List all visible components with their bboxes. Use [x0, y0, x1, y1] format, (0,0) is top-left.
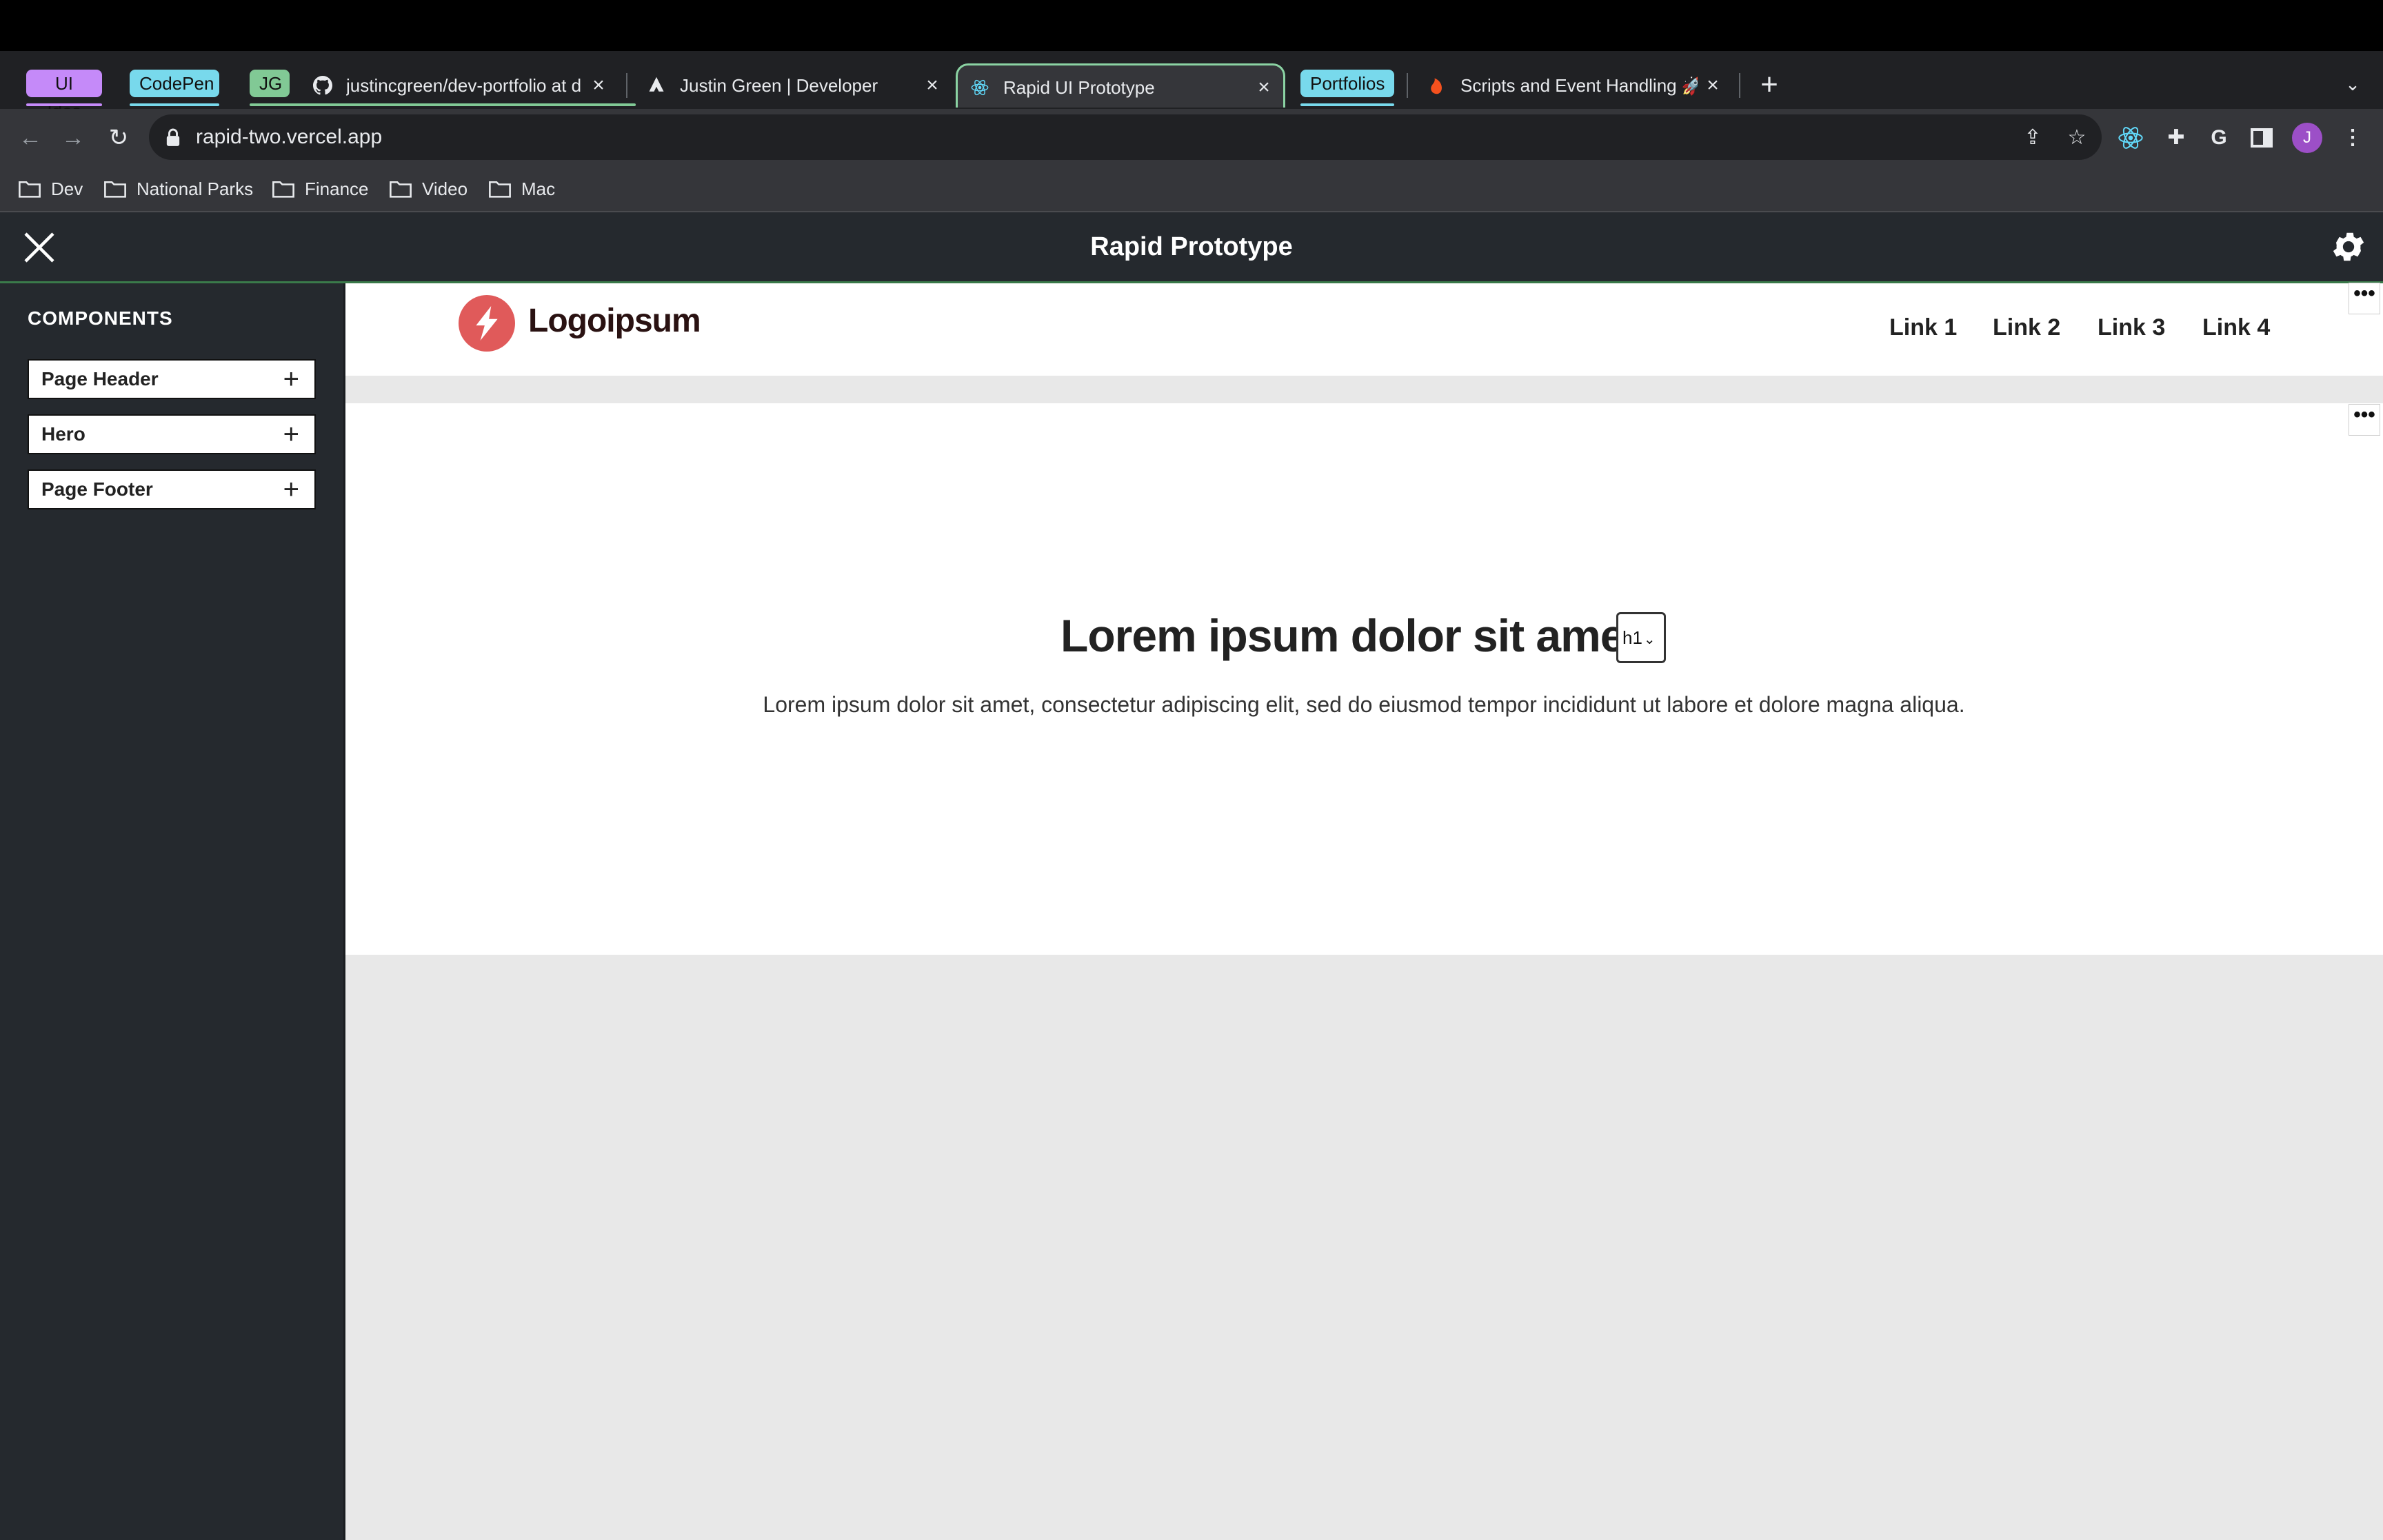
- app-title: Rapid Prototype: [1090, 232, 1293, 261]
- add-plus-icon[interactable]: +: [283, 361, 299, 398]
- close-tab-icon[interactable]: ×: [589, 63, 608, 108]
- bookmark-folder-dev[interactable]: Dev: [18, 175, 94, 203]
- triangle-logo-icon: [649, 77, 664, 92]
- tab-group-underline: [130, 103, 219, 106]
- preview-hero[interactable]: [345, 403, 2383, 955]
- bookmark-folder-finance[interactable]: Finance: [272, 175, 375, 203]
- close-tab-icon[interactable]: ×: [1254, 65, 1274, 110]
- reload-icon[interactable]: ↻: [102, 121, 135, 154]
- react-devtools-icon[interactable]: [2117, 124, 2144, 152]
- component-label: Hero: [41, 423, 86, 445]
- component-page-footer[interactable]: Page Footer +: [28, 469, 316, 509]
- close-tab-icon[interactable]: ×: [1703, 63, 1722, 108]
- profile-avatar[interactable]: J: [2292, 123, 2322, 153]
- components-heading: COMPONENTS: [28, 307, 173, 329]
- extensions-puzzle-icon[interactable]: ✚: [2161, 123, 2191, 153]
- tab-title: Scripts and Event Handling 🚀: [1460, 75, 1698, 96]
- close-sidebar-icon[interactable]: [22, 230, 57, 265]
- url-text[interactable]: rapid-two.vercel.app: [196, 114, 382, 160]
- google-g-icon[interactable]: G: [2204, 123, 2234, 153]
- window-top-bar: [0, 0, 2383, 51]
- github-icon: [313, 76, 332, 95]
- tab-scripts-event-handling[interactable]: Scripts and Event Handling 🚀 ×: [1415, 63, 1732, 108]
- tab-title: Justin Green | Developer: [680, 75, 878, 96]
- heading-level-value: h1: [1622, 627, 1642, 648]
- logo-text: Logoipsum: [528, 303, 701, 339]
- nav-link-1[interactable]: Link 1: [1889, 314, 1957, 341]
- component-label: Page Footer: [41, 478, 153, 500]
- tab-divider: [1739, 73, 1740, 98]
- tab-divider: [1407, 73, 1408, 98]
- tab-group-portfolios[interactable]: Portfolios: [1300, 70, 1394, 97]
- section-options-ellipsis-icon[interactable]: •••: [2349, 404, 2380, 436]
- bookmark-label: Dev: [51, 179, 83, 199]
- nav-link-4[interactable]: Link 4: [2202, 314, 2270, 341]
- nav-link-3[interactable]: Link 3: [2098, 314, 2165, 341]
- settings-gear-icon[interactable]: [2329, 227, 2368, 266]
- tab-search-chevron-icon[interactable]: ⌄: [2339, 70, 2366, 98]
- forward-arrow-icon[interactable]: →: [57, 121, 90, 154]
- add-plus-icon[interactable]: +: [283, 416, 299, 453]
- bookmark-folder-mac[interactable]: Mac: [488, 175, 564, 203]
- section-options-ellipsis-icon[interactable]: •••: [2349, 283, 2380, 314]
- tab-divider: [626, 73, 627, 98]
- tab-github[interactable]: justincgreen/dev-portfolio at d ×: [301, 63, 618, 108]
- browser-menu-kebab-icon[interactable]: ⋮: [2337, 123, 2368, 153]
- chevron-down-icon: ⌄: [1643, 632, 1656, 647]
- back-arrow-icon[interactable]: ←: [14, 121, 47, 154]
- tab-group-ui-ides[interactable]: UI Ides: [26, 70, 102, 121]
- react-icon: [971, 79, 989, 96]
- logo-bolt-icon: [459, 295, 515, 352]
- folder-icon: [489, 181, 511, 198]
- lock-icon[interactable]: [165, 128, 181, 146]
- tab-title: Rapid UI Prototype: [1003, 77, 1155, 98]
- tab-group-underline: [1300, 103, 1394, 106]
- hero-title[interactable]: Lorem ipsum dolor sit amet: [1060, 609, 1640, 662]
- bookmark-star-icon[interactable]: ☆: [2062, 123, 2092, 153]
- bookmark-label: Mac: [521, 179, 556, 199]
- bookmark-label: Finance: [305, 179, 369, 199]
- bookmark-folder-national-parks[interactable]: National Parks: [103, 175, 255, 203]
- folder-icon: [104, 181, 126, 198]
- folder-icon: [390, 181, 412, 198]
- tab-rapid-ui-prototype[interactable]: Rapid UI Prototype ×: [956, 63, 1285, 108]
- add-plus-icon[interactable]: +: [283, 471, 299, 508]
- heading-level-select[interactable]: h1 ⌄: [1616, 612, 1666, 663]
- tab-group-underline: [26, 103, 102, 106]
- tab-group-codepen[interactable]: CodePen: [130, 70, 219, 97]
- component-hero[interactable]: Hero +: [28, 414, 316, 454]
- nav-link-2[interactable]: Link 2: [1993, 314, 2060, 341]
- flame-icon: [1431, 78, 1442, 94]
- bookmark-folder-video[interactable]: Video: [389, 175, 479, 203]
- folder-icon: [272, 181, 294, 198]
- component-page-header[interactable]: Page Header +: [28, 359, 316, 399]
- side-panel-icon[interactable]: [2251, 127, 2273, 149]
- tab-group-jg[interactable]: JG: [250, 70, 290, 97]
- folder-icon: [19, 181, 41, 198]
- tab-title: justincgreen/dev-portfolio at d: [346, 75, 582, 96]
- share-icon[interactable]: ⇪: [2018, 123, 2048, 153]
- new-tab-plus-icon[interactable]: +: [1754, 68, 1784, 102]
- bookmark-label: Video: [422, 179, 468, 199]
- component-label: Page Header: [41, 368, 159, 389]
- hero-text: Lorem ipsum dolor sit amet, consectetur …: [763, 692, 1965, 717]
- address-bar[interactable]: [149, 114, 2102, 160]
- bookmark-label: National Parks: [137, 179, 254, 199]
- tab-justin-green[interactable]: Justin Green | Developer ×: [634, 63, 952, 108]
- close-tab-icon[interactable]: ×: [923, 63, 942, 108]
